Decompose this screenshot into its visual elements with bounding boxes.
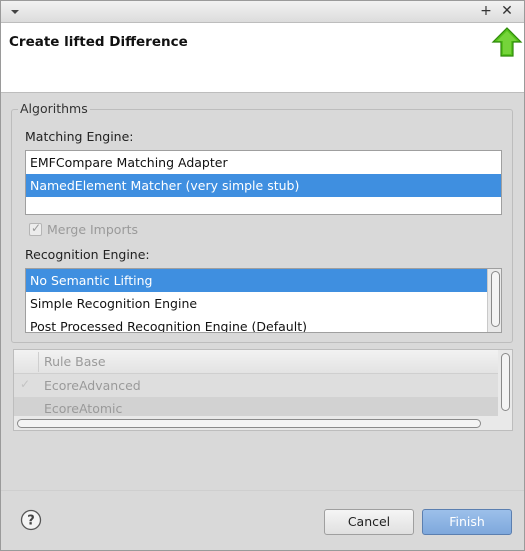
recognition-engine-list[interactable]: No Semantic Lifting Simple Recognition E… [25,268,502,333]
matching-engine-list[interactable]: EMFCompare Matching Adapter NamedElement… [25,150,502,215]
rule-base-table-header: Rule Base [14,350,498,374]
dialog-window: + ✕ Create lifted Difference Algorithms … [0,0,525,551]
maximize-button[interactable]: + [479,4,493,18]
title-bar: + ✕ [1,1,524,23]
recognition-engine-item[interactable]: Post Processed Recognition Engine (Defau… [26,315,487,332]
cancel-button[interactable]: Cancel [324,509,414,535]
dialog-header-banner: Create lifted Difference [1,23,524,93]
merge-imports-label: Merge Imports [47,222,138,237]
table-row: ✓ EcoreAdvanced [14,374,498,397]
dialog-title: Create lifted Difference [9,34,188,50]
recognition-engine-label: Recognition Engine: [25,247,150,262]
rule-base-column-header: Rule Base [44,354,106,369]
question-mark-icon[interactable]: ? [20,509,42,531]
column-separator [38,352,39,372]
scrollbar-thumb[interactable] [491,271,500,327]
row-checkmark-icon: ✓ [20,377,31,391]
svg-text:?: ? [27,514,35,529]
rule-table-horizontal-scrollbar [14,416,512,430]
scrollbar-thumb [17,419,481,428]
scrollbar-thumb [501,353,510,411]
rule-label: EcoreAtomic [44,401,123,416]
matching-engine-item-selected[interactable]: NamedElement Matcher (very simple stub) [26,174,501,197]
rule-base-table: Rule Base ✓ EcoreAdvanced EcoreAtomic [13,349,513,431]
table-row: EcoreAtomic [14,397,498,416]
matching-engine-item[interactable]: EMFCompare Matching Adapter [26,151,501,174]
checkmark-icon: ✓ [31,221,42,235]
rule-label: EcoreAdvanced [44,378,141,393]
row-checkbox-icon [20,400,33,413]
algorithms-group-label: Algorithms [18,101,90,116]
footer-separator [1,490,524,491]
matching-engine-label: Matching Engine: [25,129,134,144]
green-up-arrow-icon [491,27,523,57]
recognition-engine-scrollbar[interactable] [487,269,501,332]
window-menu-chevron-icon[interactable] [9,6,21,18]
finish-button[interactable]: Finish [422,509,512,535]
close-button[interactable]: ✕ [500,4,514,18]
merge-imports-checkbox: ✓ [29,221,42,236]
recognition-engine-item-selected[interactable]: No Semantic Lifting [26,269,487,292]
recognition-engine-item[interactable]: Simple Recognition Engine [26,292,487,315]
rule-table-vertical-scrollbar [498,350,512,416]
